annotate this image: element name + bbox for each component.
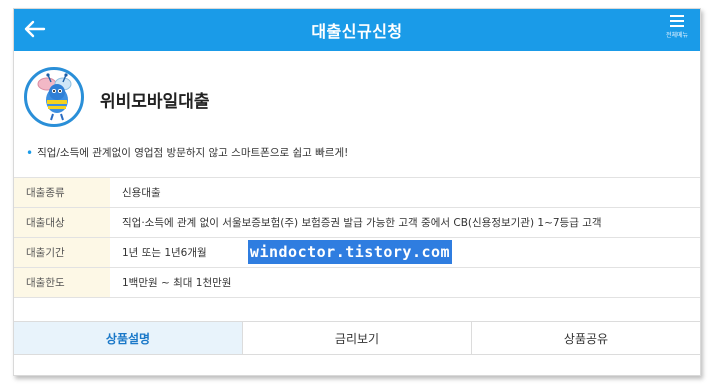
tab-product-description[interactable]: 상품설명 (14, 322, 243, 354)
info-row-loan-limit: 대출한도 1백만원 ~ 최대 1천만원 (14, 268, 700, 298)
info-value: 직업·소득에 관계 없이 서울보증보험(주) 보험증권 발급 가능한 고객 중에… (122, 217, 602, 229)
info-row-loan-target: 대출대상 직업·소득에 관계 없이 서울보증보험(주) 보험증권 발급 가능한 … (14, 208, 700, 238)
screenshot-frame: 대출신규신청 전체메뉴 위비모바일대출 • 직업/소득에 관계없이 영업점 방문… (0, 0, 720, 384)
description-text: 직업/소득에 관계없이 영업점 방문하지 않고 스마트폰으로 쉽고 빠르게! (37, 147, 349, 159)
info-label: 대출대상 (14, 208, 110, 237)
info-row-loan-type: 대출종류 신용대출 (14, 178, 700, 208)
app-window: 대출신규신청 전체메뉴 위비모바일대출 • 직업/소득에 관계없이 영업점 방문… (13, 8, 701, 376)
tab-share-product[interactable]: 상품공유 (472, 322, 700, 354)
page-title: 대출신규신청 (311, 22, 403, 41)
menu-button[interactable]: 전체메뉴 (660, 14, 694, 48)
watermark: windoctor.tistory.com (248, 240, 452, 264)
product-name: 위비모바일대출 (100, 92, 210, 112)
info-label: 대출기간 (14, 238, 110, 267)
wibee-mascot-icon (24, 67, 84, 127)
product-header: 위비모바일대출 (14, 61, 700, 139)
info-label: 대출종류 (14, 178, 110, 207)
hamburger-icon (670, 15, 684, 27)
tab-interest-rate[interactable]: 금리보기 (243, 322, 472, 354)
app-header: 대출신규신청 전체메뉴 (14, 9, 700, 51)
product-tabs: 상품설명 금리보기 상품공유 (14, 321, 700, 355)
info-value: 1백만원 ~ 최대 1천만원 (122, 277, 232, 289)
product-info-table: 대출종류 신용대출 대출대상 직업·소득에 관계 없이 서울보증보험(주) 보험… (14, 177, 700, 298)
bullet-icon: • (26, 145, 34, 160)
info-label: 대출한도 (14, 268, 110, 297)
info-value: 신용대출 (122, 187, 161, 199)
menu-label: 전체메뉴 (665, 32, 689, 39)
product-description: • 직업/소득에 관계없이 영업점 방문하지 않고 스마트폰으로 쉽고 빠르게! (26, 145, 348, 160)
